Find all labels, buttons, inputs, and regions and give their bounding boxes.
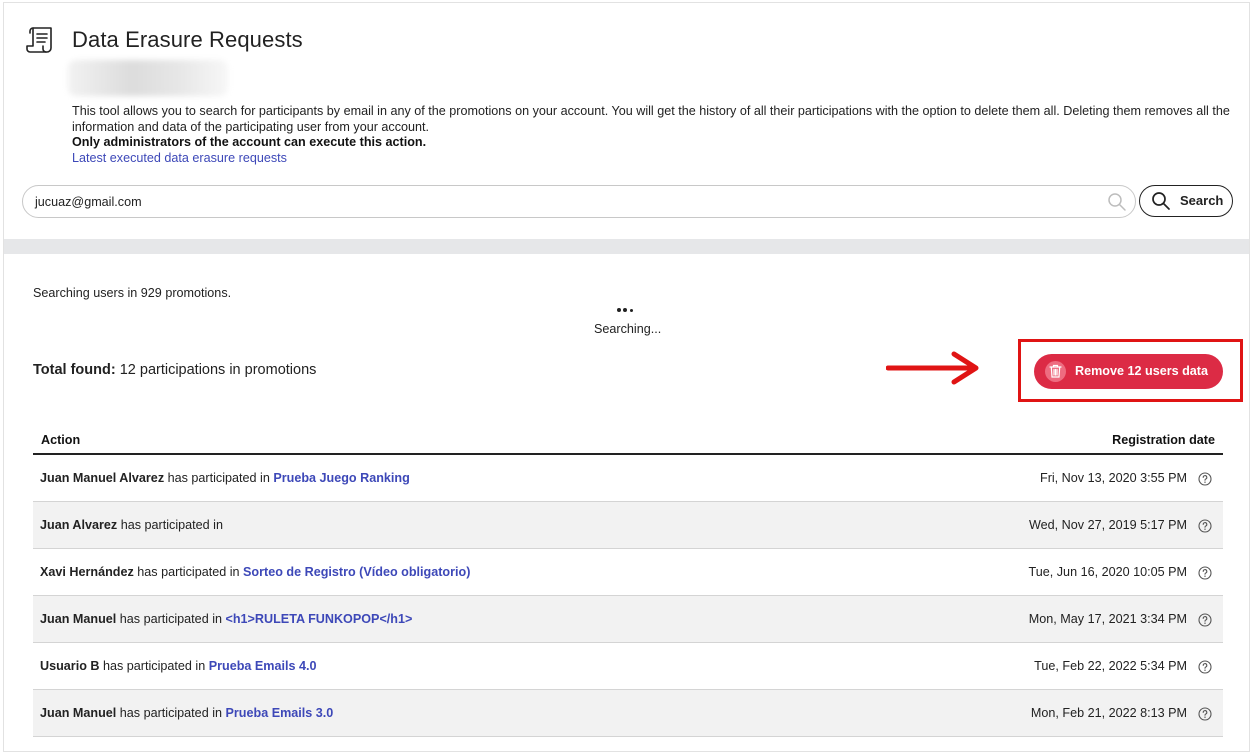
arrow-right-icon — [886, 351, 979, 385]
registration-date: Tue, Jun 16, 2020 10:05 PM — [1028, 565, 1187, 579]
action-cell: Juan Manuel Alvarez has participated in … — [40, 471, 410, 485]
registration-date: Tue, Feb 22, 2022 5:34 PM — [1034, 659, 1187, 673]
total-found-value: 12 participations in promotions — [119, 362, 317, 378]
searching-label: Searching... — [594, 322, 662, 336]
help-icon[interactable] — [1198, 613, 1212, 627]
help-icon[interactable] — [1198, 472, 1212, 486]
total-found-label: Total found: — [33, 362, 116, 378]
help-icon[interactable] — [1198, 707, 1212, 721]
search-icon — [1152, 192, 1170, 210]
table-row: Xavi Hernández has participated in Sorte… — [33, 549, 1223, 596]
blurred-image — [68, 60, 228, 96]
searching-count: Searching users in 929 promotions. — [33, 286, 232, 300]
participated-text: has participated in — [102, 659, 206, 673]
table-row: Juan Manuel has participated in Prueba E… — [33, 690, 1223, 737]
participant-name: Juan Manuel Alvarez — [40, 471, 165, 485]
search-icon — [1108, 193, 1126, 211]
participant-name: Juan Manuel — [40, 706, 117, 720]
trash-icon — [1045, 361, 1066, 382]
help-icon[interactable] — [1198, 519, 1212, 533]
promotion-link[interactable]: Prueba Emails 3.0 — [226, 706, 334, 720]
participated-text: has participated in — [137, 565, 240, 579]
participant-name: Juan Alvarez — [40, 518, 118, 532]
promotion-link[interactable]: Sorteo de Registro (Vídeo obligatorio) — [243, 565, 470, 579]
scroll-icon — [26, 27, 52, 53]
help-icon[interactable] — [1198, 660, 1212, 674]
help-icon[interactable] — [1198, 566, 1212, 580]
column-header-action: Action — [41, 433, 81, 447]
registration-date: Wed, Nov 27, 2019 5:17 PM — [1029, 518, 1187, 532]
page-title: Data Erasure Requests — [72, 27, 303, 52]
total-found: Total found: 12 participations in promot… — [33, 362, 316, 378]
column-header-registration-date: Registration date — [1112, 433, 1215, 447]
participated-text: has participated in — [120, 518, 223, 532]
search-button[interactable]: Search — [1139, 185, 1233, 217]
search-button-label: Search — [1180, 193, 1224, 208]
action-cell: Juan Manuel has participated in <h1>RULE… — [40, 612, 412, 626]
promotion-link[interactable]: <h1>RULETA FUNKOPOP</h1> — [226, 612, 413, 626]
action-cell: Juan Manuel has participated in Prueba E… — [40, 706, 333, 720]
search-input[interactable]: jucuaz@gmail.com — [22, 185, 1136, 218]
table-row: Juan Manuel Alvarez has participated in … — [33, 455, 1223, 502]
action-cell: Usuario B has participated in Prueba Ema… — [40, 659, 317, 673]
participant-name: Xavi Hernández — [40, 565, 134, 579]
registration-date: Fri, Nov 13, 2020 3:55 PM — [1040, 471, 1187, 485]
promotion-link[interactable]: Prueba Juego Ranking — [273, 471, 409, 485]
table-row: Usuario B has participated in Prueba Ema… — [33, 643, 1223, 690]
participant-name: Juan Manuel — [40, 612, 117, 626]
registration-date: Mon, May 17, 2021 3:34 PM — [1028, 612, 1187, 626]
participant-name: Usuario B — [40, 659, 100, 673]
participations-table: Action Registration date Juan Manuel Alv… — [33, 430, 1223, 737]
participated-text: has participated in — [167, 471, 270, 485]
promotion-link[interactable]: Prueba Emails 4.0 — [209, 659, 317, 673]
tool-description: This tool allows you to search for parti… — [72, 104, 1230, 134]
section-divider — [4, 239, 1249, 254]
participated-text: has participated in — [119, 706, 222, 720]
registration-date: Mon, Feb 21, 2022 8:13 PM — [1030, 706, 1187, 720]
remove-users-data-label: Remove 12 users data — [1075, 364, 1209, 378]
table-row: Juan Manuel has participated in <h1>RULE… — [33, 596, 1223, 643]
action-cell: Juan Alvarez has participated in — [40, 518, 223, 532]
remove-users-data-button[interactable]: Remove 12 users data — [1034, 354, 1223, 389]
table-row: Juan Alvarez has participated in Wed, No… — [33, 502, 1223, 549]
search-input-value: jucuaz@gmail.com — [35, 195, 142, 209]
action-cell: Xavi Hernández has participated in Sorte… — [40, 565, 470, 579]
participated-text: has participated in — [119, 612, 222, 626]
erasure-history-link[interactable]: Latest executed data erasure requests — [72, 151, 287, 165]
loading-dots-icon — [617, 305, 639, 315]
admin-note: Only administrators of the account can e… — [72, 135, 427, 149]
table-header: Action Registration date — [33, 430, 1223, 455]
